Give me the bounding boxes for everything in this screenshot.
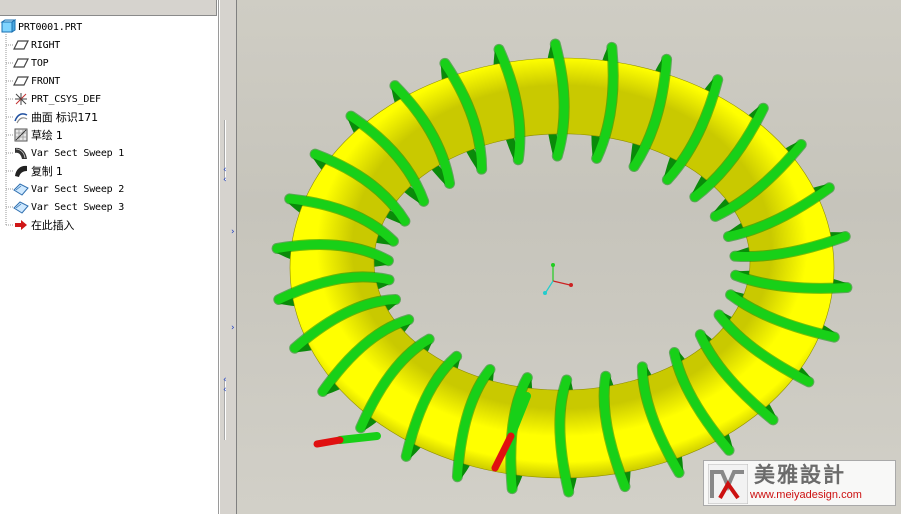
copy-feature-icon [13, 163, 29, 179]
insert-here-arrow-icon [13, 217, 29, 233]
tree-item[interactable]: FRONT [13, 72, 60, 90]
sketch-icon [13, 127, 29, 143]
tree-item[interactable]: 草绘 1 [13, 126, 63, 144]
expand-right-icon[interactable]: › [231, 228, 235, 237]
watermark-badge: 美雅設計 www.meiyadesign.com [703, 460, 896, 506]
tree-item[interactable]: Var Sect Sweep 3 [13, 198, 124, 216]
watermark-title: 美雅設計 [754, 463, 846, 487]
model-tree-panel: PRT0001.PRT RIGHT TOP FRONT PRT_CSYS_DEF 曲面 标… [0, 0, 219, 514]
tree-item-label: Var Sect Sweep 3 [31, 201, 125, 213]
var-sect-sweep-surface-icon [13, 199, 29, 215]
tree-item-label: TOP [31, 57, 49, 69]
datum-plane-icon [13, 55, 29, 71]
graphics-window[interactable] [237, 0, 901, 514]
tree-item[interactable]: RIGHT [13, 36, 60, 54]
collapse-left-icon[interactable]: ‹ [223, 166, 227, 175]
tree-item-label: Var Sect Sweep 2 [31, 183, 125, 195]
datum-plane-icon [13, 73, 29, 89]
tree-item[interactable]: 曲面 标识171 [13, 108, 98, 126]
panel-splitter[interactable]: ‹ ‹ › › ‹ ‹ [219, 0, 237, 514]
datum-plane-icon [13, 37, 29, 53]
tree-item-label: Var Sect Sweep 1 [31, 147, 125, 159]
collapse-left-icon[interactable]: ‹ [223, 386, 227, 395]
surface-icon [13, 109, 29, 125]
tree-item-label: 草绘 1 [31, 129, 63, 142]
tree-item[interactable]: Var Sect Sweep 2 [13, 180, 124, 198]
tree-item-label: 曲面 标识171 [31, 111, 98, 124]
expand-right-icon[interactable]: › [231, 324, 235, 333]
coil-lead [336, 432, 381, 444]
var-sect-sweep-surface-icon [13, 181, 29, 197]
tree-item-label: PRT_CSYS_DEF [31, 93, 101, 105]
tree-item-label: PRT0001.PRT [18, 21, 83, 33]
model-tree-header [0, 0, 217, 16]
coordinate-system-triad-icon [543, 263, 573, 295]
var-sect-sweep-icon [13, 145, 29, 161]
tree-item-label: 复制 1 [31, 165, 63, 178]
watermark-url: www.meiyadesign.com [750, 489, 862, 501]
part-icon [0, 19, 16, 35]
tree-item[interactable]: 在此插入 [13, 216, 74, 234]
meiya-logo-icon [708, 464, 748, 504]
tree-item-label: 在此插入 [31, 219, 75, 232]
tree-item[interactable]: 复制 1 [13, 162, 63, 180]
collapse-left-icon[interactable]: ‹ [223, 176, 227, 185]
tree-item[interactable]: PRT_CSYS_DEF [13, 90, 101, 108]
model-3d-view[interactable] [237, 0, 901, 514]
tree-item[interactable]: TOP [13, 54, 49, 72]
coil-lead-tip [313, 436, 344, 448]
coordinate-system-icon [13, 91, 29, 107]
tree-item-label: RIGHT [31, 39, 61, 51]
collapse-left-icon[interactable]: ‹ [223, 376, 227, 385]
tree-item[interactable]: Var Sect Sweep 1 [13, 144, 124, 162]
tree-item-label: FRONT [31, 75, 61, 87]
tree-item[interactable]: PRT0001.PRT [0, 18, 82, 36]
